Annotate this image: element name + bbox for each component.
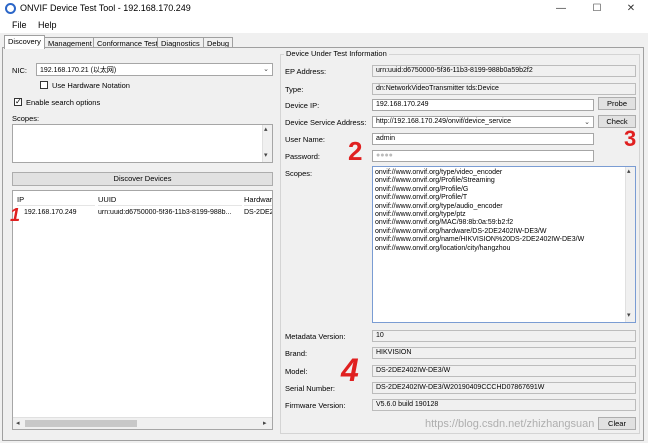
- minimize-button[interactable]: —: [548, 0, 574, 18]
- dut-group-title: Device Under Test Information: [284, 49, 389, 58]
- type-field[interactable]: dn:NetworkVideoTransmitter tds:Device: [372, 83, 636, 95]
- service-address-value: http://192.168.170.249/onvif/device_serv…: [376, 118, 512, 125]
- close-button[interactable]: ✕: [618, 0, 644, 18]
- ep-address-field[interactable]: urn:uuid:d6750000-5f36-11b3-8199-988b0a5…: [372, 65, 636, 77]
- service-address-label: Device Service Address:: [285, 118, 367, 127]
- row-uuid: urn:uuid:d6750000-5f36-11b3-8199-988b...: [98, 209, 232, 216]
- row-hardware: DS-2DE2: [244, 209, 272, 216]
- scroll-up-icon[interactable]: ▴: [627, 167, 631, 175]
- scopes-list-scrollbar[interactable]: ▴ ▾: [625, 167, 635, 322]
- device-ip-label: Device IP:: [285, 101, 320, 110]
- chevron-down-icon: ⌄: [584, 119, 590, 126]
- scroll-thumb[interactable]: [25, 420, 137, 427]
- annotation-2: 2: [348, 136, 363, 166]
- model-field[interactable]: DS-2DE2402IW-DE3/W: [372, 365, 636, 377]
- brand-label: Brand:: [285, 349, 308, 358]
- window-title: ONVIF Device Test Tool - 192.168.170.249: [20, 3, 191, 13]
- tab-discovery[interactable]: Discovery: [4, 35, 45, 49]
- nic-select[interactable]: 192.168.170.21 (以太网) ⌄: [36, 63, 273, 76]
- password-label: Password:: [285, 152, 321, 161]
- enable-search-label: Enable search options: [26, 98, 101, 107]
- password-input[interactable]: ●●●●: [372, 150, 594, 162]
- devices-hscrollbar[interactable]: ◂ ▸: [13, 417, 272, 429]
- title-bar: ONVIF Device Test Tool - 192.168.170.249…: [0, 0, 648, 18]
- scroll-down-icon[interactable]: ▾: [627, 311, 631, 319]
- serial-number-label: Serial Number:: [285, 384, 336, 393]
- table-row[interactable]: 192.168.170.249 urn:uuid:d6750000-5f36-1…: [13, 207, 272, 218]
- scopes-text: onvif://www.onvif.org/type/video_encoder…: [375, 169, 585, 252]
- row-ip: 192.168.170.249: [24, 209, 77, 216]
- model-label: Model:: [285, 367, 308, 376]
- scroll-down-icon[interactable]: ▾: [264, 151, 268, 159]
- scroll-left-icon[interactable]: ◂: [16, 419, 20, 427]
- device-ip-input[interactable]: 192.168.170.249: [372, 99, 594, 111]
- discover-devices-button[interactable]: Discover Devices: [12, 172, 273, 186]
- scopes-input[interactable]: ▴ ▾: [12, 124, 273, 163]
- annotation-1: 1: [10, 205, 21, 225]
- menu-file[interactable]: File: [12, 20, 27, 30]
- onvif-app-icon: [5, 3, 16, 14]
- nic-value: 192.168.170.21 (以太网): [40, 67, 117, 74]
- column-header-ip[interactable]: IP: [17, 195, 95, 206]
- watermark-text: https://blog.csdn.net/zhizhangsuan: [425, 418, 595, 430]
- service-address-select[interactable]: http://192.168.170.249/onvif/device_serv…: [372, 116, 594, 128]
- probe-button[interactable]: Probe: [598, 97, 636, 110]
- tab-strip: Discovery Management Conformance Test Di…: [0, 33, 648, 49]
- brand-field[interactable]: HIKVISION: [372, 347, 636, 359]
- annotation-3: 3: [624, 126, 637, 151]
- menu-help[interactable]: Help: [38, 20, 57, 30]
- maximize-button[interactable]: ☐: [584, 0, 610, 18]
- scopes-list[interactable]: onvif://www.onvif.org/type/video_encoder…: [372, 166, 636, 323]
- scopes-label-left: Scopes:: [12, 114, 40, 123]
- menu-bar: File Help: [0, 18, 648, 33]
- scopes-scrollbar[interactable]: ▴ ▾: [262, 125, 272, 162]
- hardware-notation-checkbox[interactable]: [40, 81, 48, 89]
- metadata-version-field[interactable]: 10: [372, 330, 636, 342]
- scopes-label-right: Scopes:: [285, 169, 313, 178]
- clear-button[interactable]: Clear: [598, 417, 636, 430]
- hardware-notation-label: Use Hardware Notation: [52, 81, 130, 90]
- type-label: Type:: [285, 85, 304, 94]
- devices-list[interactable]: IP UUID Hardwar 192.168.170.249 urn:uuid…: [12, 190, 273, 430]
- metadata-version-label: Metadata Version:: [285, 332, 346, 341]
- chevron-down-icon: ⌄: [263, 66, 269, 73]
- nic-label: NIC:: [12, 66, 27, 75]
- scroll-right-icon[interactable]: ▸: [263, 419, 267, 427]
- serial-number-field[interactable]: DS-2DE2402IW-DE3/W20190409CCCHD07867691W: [372, 382, 636, 394]
- column-header-hardware[interactable]: Hardwar: [244, 195, 272, 206]
- username-input[interactable]: admin: [372, 133, 594, 145]
- firmware-version-label: Firmware Version:: [285, 401, 346, 410]
- username-label: User Name:: [285, 135, 326, 144]
- firmware-version-field[interactable]: V5.6.0 build 190128: [372, 399, 636, 411]
- annotation-4: 4: [341, 352, 359, 388]
- ep-address-label: EP Address:: [285, 67, 327, 76]
- enable-search-checkbox[interactable]: [14, 96, 22, 108]
- scroll-up-icon[interactable]: ▴: [264, 125, 268, 133]
- column-header-uuid[interactable]: UUID: [98, 195, 242, 206]
